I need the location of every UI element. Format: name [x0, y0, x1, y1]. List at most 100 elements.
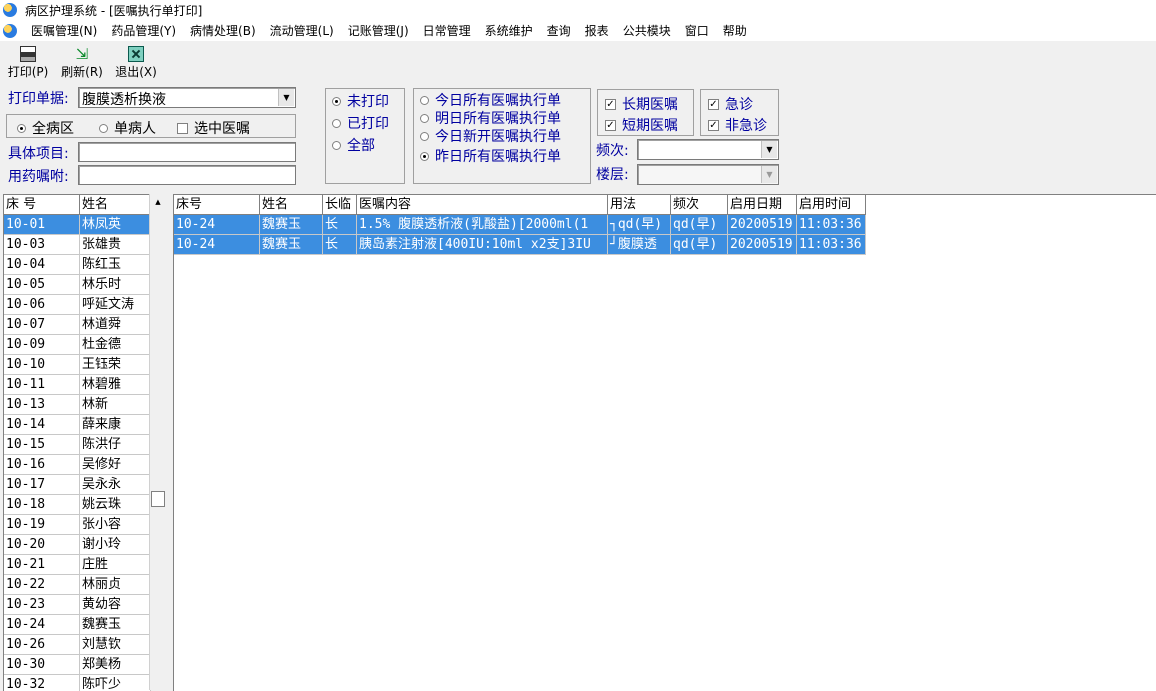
table-row[interactable]: 10-16 吴修好 — [4, 455, 151, 475]
patient-scrollbar[interactable]: ▲ — [149, 194, 166, 690]
start-date-cell: 20200519 — [728, 235, 797, 255]
menu-help[interactable]: 帮助 — [716, 22, 754, 39]
bed-cell: 10-13 — [4, 395, 80, 415]
col-long-temp[interactable]: 长临 — [323, 195, 357, 215]
not-printed-radio[interactable]: 未打印 — [332, 91, 389, 111]
checkbox-checked: ✓ — [605, 98, 616, 110]
table-row[interactable]: 10-14 薛来康 — [4, 415, 151, 435]
print-doc-value: 腹膜透析换液 — [82, 92, 166, 108]
menu-system[interactable]: 系统维护 — [478, 22, 540, 39]
urgent-checkbox[interactable]: ✓ 急诊 — [708, 94, 753, 114]
table-row[interactable]: 10-11 林碧雅 — [4, 375, 151, 395]
item-input[interactable] — [78, 142, 296, 162]
print-doc-label: 打印单据: — [8, 91, 69, 107]
table-row[interactable]: 10-32 陈吓少 — [4, 675, 151, 691]
floor-select[interactable]: ▼ — [637, 164, 779, 185]
menu-public[interactable]: 公共模块 — [616, 22, 678, 39]
scroll-thumb[interactable] — [151, 491, 165, 507]
name-cell: 张雄贵 — [80, 235, 151, 255]
table-row[interactable]: 10-01 林凤英 — [4, 215, 151, 235]
table-row[interactable]: 10-23 黄幼容 — [4, 595, 151, 615]
col-name[interactable]: 姓名 — [260, 195, 323, 215]
menu-orders[interactable]: 医嘱管理(N) — [24, 22, 104, 39]
today-new-radio[interactable]: 今日新开医嘱执行单 — [420, 126, 561, 146]
bed-cell: 10-19 — [4, 515, 80, 535]
table-row[interactable]: 10-03 张雄贵 — [4, 235, 151, 255]
freq-label: 频次: — [596, 143, 629, 159]
bed-cell: 10-01 — [4, 215, 80, 235]
table-row[interactable]: 10-06 呼延文涛 — [4, 295, 151, 315]
table-row[interactable]: 10-04 陈红玉 — [4, 255, 151, 275]
printed-radio[interactable]: 已打印 — [332, 113, 389, 133]
table-row[interactable]: 10-09 杜金德 — [4, 335, 151, 355]
yesterday-all-radio[interactable]: 昨日所有医嘱执行单 — [420, 146, 561, 166]
name-cell: 姚云珠 — [80, 495, 151, 515]
col-order-content[interactable]: 医嘱内容 — [357, 195, 608, 215]
table-row[interactable]: 10-18 姚云珠 — [4, 495, 151, 515]
scope-single-patient-radio[interactable]: 单病人 — [99, 118, 156, 138]
table-row[interactable]: 10-30 郑美杨 — [4, 655, 151, 675]
table-row[interactable]: 10-26 刘慧钦 — [4, 635, 151, 655]
order-content-cell: 胰岛素注射液[400IU:10ml x2支]3IU — [357, 235, 608, 255]
print-status-group: 未打印 已打印 全部 — [325, 88, 405, 184]
menu-flow[interactable]: 流动管理(L) — [263, 22, 341, 39]
short-term-checkbox[interactable]: ✓ 短期医嘱 — [605, 115, 678, 135]
col-start-date[interactable]: 启用日期 — [728, 195, 797, 215]
freq-select[interactable]: ▼ — [637, 139, 779, 160]
non-urgent-checkbox[interactable]: ✓ 非急诊 — [708, 115, 767, 135]
col-bed[interactable]: 床号 — [174, 195, 260, 215]
chevron-down-icon[interactable]: ▼ — [761, 166, 777, 183]
radio-unselected — [420, 113, 429, 123]
exit-button[interactable]: 退出(X) — [112, 42, 160, 82]
table-row[interactable]: 10-24 魏赛玉长 1.5% 腹膜透析液(乳酸盐)[2000ml(1 ┐qd(早) q… — [174, 215, 866, 235]
table-row[interactable]: 10-24 魏赛玉长胰岛素注射液[400IU:10ml x2支]3IU ┘腹膜透 qd… — [174, 235, 866, 255]
table-row[interactable]: 10-19 张小容 — [4, 515, 151, 535]
table-row[interactable]: 10-13 林新 — [4, 395, 151, 415]
table-row[interactable]: 10-07 林道舜 — [4, 315, 151, 335]
app-menu-icon[interactable] — [3, 23, 17, 38]
menu-reports[interactable]: 报表 — [578, 22, 616, 39]
table-row[interactable]: 10-20 谢小玲 — [4, 535, 151, 555]
col-start-time[interactable]: 启用时间 — [797, 195, 866, 215]
chevron-down-icon[interactable]: ▼ — [761, 141, 777, 158]
exit-icon — [128, 46, 144, 62]
all-radio[interactable]: 全部 — [332, 135, 375, 155]
bed-cell: 10-17 — [4, 475, 80, 495]
scope-selected-orders-checkbox[interactable]: 选中医嘱 — [177, 118, 250, 138]
long-term-checkbox[interactable]: ✓ 长期医嘱 — [605, 94, 678, 114]
table-row[interactable]: 10-21 庄胜 — [4, 555, 151, 575]
refresh-button[interactable]: ⇲ 刷新(R) — [58, 42, 106, 82]
menu-condition[interactable]: 病情处理(B) — [183, 22, 263, 39]
menu-window[interactable]: 窗口 — [678, 22, 716, 39]
table-row[interactable]: 10-17 吴永永 — [4, 475, 151, 495]
scroll-up-icon[interactable]: ▲ — [150, 194, 166, 210]
print-doc-select[interactable]: 腹膜透析换液 ▼ — [78, 87, 296, 108]
radio-selected — [420, 151, 429, 161]
table-row[interactable]: 10-05 林乐时 — [4, 275, 151, 295]
table-row[interactable]: 10-22 林丽贞 — [4, 575, 151, 595]
menu-query[interactable]: 查询 — [540, 22, 578, 39]
bed-cell: 10-24 — [4, 615, 80, 635]
scope-all-ward-radio[interactable]: 全病区 — [17, 118, 74, 138]
name-cell: 郑美杨 — [80, 655, 151, 675]
col-frequency[interactable]: 频次 — [671, 195, 728, 215]
drug-order-input[interactable] — [78, 165, 296, 185]
today-all-radio[interactable]: 今日所有医嘱执行单 — [420, 90, 561, 110]
chevron-down-icon[interactable]: ▼ — [278, 89, 294, 106]
col-bed[interactable]: 床 号 — [4, 195, 80, 215]
checkbox-checked: ✓ — [605, 119, 616, 131]
menu-drugs[interactable]: 药品管理(Y) — [104, 22, 183, 39]
order-content-cell: 1.5% 腹膜透析液(乳酸盐)[2000ml(1 — [357, 215, 608, 235]
bed-cell: 10-21 — [4, 555, 80, 575]
patient-rows: 10-01 林凤英 10-03 张雄贵 10-04 陈红玉 10-05 林乐时 10-06 呼延文… — [4, 215, 151, 691]
checkbox-unchecked — [177, 122, 188, 134]
tomorrow-all-radio[interactable]: 明日所有医嘱执行单 — [420, 108, 561, 128]
table-row[interactable]: 10-10 王钰荣 — [4, 355, 151, 375]
print-button[interactable]: 打印(P) — [4, 42, 52, 82]
col-usage[interactable]: 用法 — [608, 195, 671, 215]
menu-daily[interactable]: 日常管理 — [416, 22, 478, 39]
col-name[interactable]: 姓名 — [80, 195, 151, 215]
table-row[interactable]: 10-15 陈洪仔 — [4, 435, 151, 455]
menu-billing[interactable]: 记账管理(J) — [341, 22, 416, 39]
table-row[interactable]: 10-24 魏赛玉 — [4, 615, 151, 635]
